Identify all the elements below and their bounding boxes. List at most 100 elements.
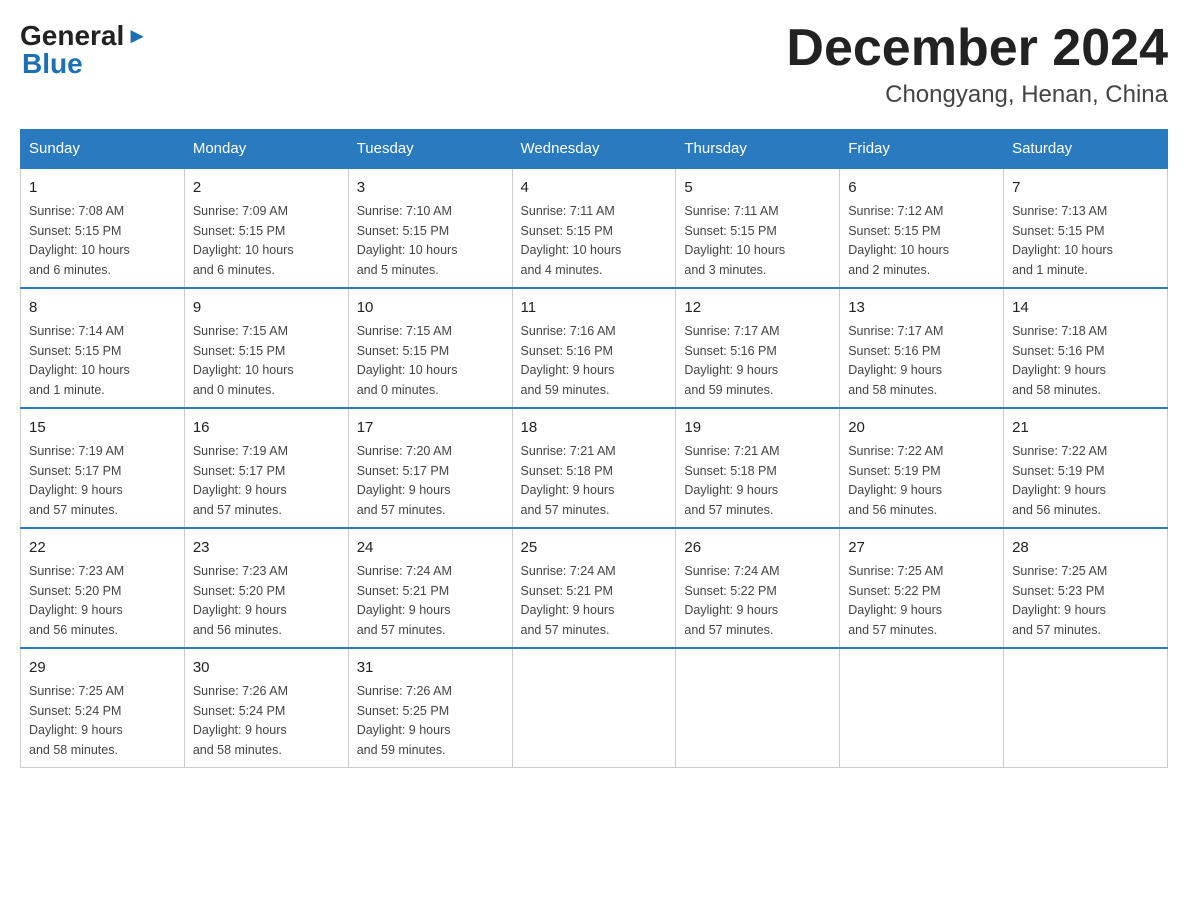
- calendar-body: 1 Sunrise: 7:08 AMSunset: 5:15 PMDaylight…: [21, 168, 1168, 768]
- day-info: Sunrise: 7:25 AMSunset: 5:24 PMDaylight:…: [29, 684, 124, 757]
- day-number: 3: [357, 177, 504, 199]
- day-cell: 2Sunrise: 7:09 AMSunset: 5:15 PMDaylight…: [184, 168, 348, 288]
- day-number: 8: [29, 297, 176, 319]
- day-number: 5: [684, 177, 831, 199]
- day-cell: 28 Sunrise: 7:25 AMSunset: 5:23 PMDayligh…: [1004, 528, 1168, 648]
- day-info: Sunrise: 7:21 AMSunset: 5:18 PMDaylight:…: [521, 444, 616, 517]
- day-cell: 30Sunrise: 7:26 AMSunset: 5:24 PMDayligh…: [184, 648, 348, 768]
- day-cell: [1004, 648, 1168, 768]
- day-number: 22: [29, 537, 176, 559]
- day-cell: 16 Sunrise: 7:19 AMSunset: 5:17 PMDayligh…: [184, 408, 348, 528]
- day-cell: 6 Sunrise: 7:12 AMSunset: 5:15 PMDaylight…: [840, 168, 1004, 288]
- day-info: Sunrise: 7:15 AMSunset: 5:15 PMDaylight:…: [357, 324, 458, 397]
- day-number: 31: [357, 657, 504, 679]
- day-cell: 23 Sunrise: 7:23 AMSunset: 5:20 PMDayligh…: [184, 528, 348, 648]
- day-number: 6: [848, 177, 995, 199]
- day-cell: 8 Sunrise: 7:14 AMSunset: 5:15 PMDaylight…: [21, 288, 185, 408]
- day-cell: 12Sunrise: 7:17 AMSunset: 5:16 PMDayligh…: [676, 288, 840, 408]
- day-info: Sunrise: 7:19 AMSunset: 5:17 PMDaylight:…: [29, 444, 124, 517]
- day-cell: [512, 648, 676, 768]
- day-number: 21: [1012, 417, 1159, 439]
- day-cell: [840, 648, 1004, 768]
- day-info: Sunrise: 7:17 AMSunset: 5:16 PMDaylight:…: [848, 324, 943, 397]
- day-number: 25: [521, 537, 668, 559]
- day-info: Sunrise: 7:25 AMSunset: 5:23 PMDaylight:…: [1012, 564, 1107, 637]
- day-cell: [676, 648, 840, 768]
- day-cell: 26 Sunrise: 7:24 AMSunset: 5:22 PMDayligh…: [676, 528, 840, 648]
- logo-blue-text: Blue: [22, 48, 83, 80]
- day-number: 1: [29, 177, 176, 199]
- day-cell: 5 Sunrise: 7:11 AMSunset: 5:15 PMDaylight…: [676, 168, 840, 288]
- day-info: Sunrise: 7:08 AMSunset: 5:15 PMDaylight:…: [29, 204, 130, 277]
- day-number: 4: [521, 177, 668, 199]
- week-row-2: 8 Sunrise: 7:14 AMSunset: 5:15 PMDaylight…: [21, 288, 1168, 408]
- day-info: Sunrise: 7:18 AMSunset: 5:16 PMDaylight:…: [1012, 324, 1107, 397]
- day-number: 29: [29, 657, 176, 679]
- day-number: 19: [684, 417, 831, 439]
- day-number: 23: [193, 537, 340, 559]
- day-number: 26: [684, 537, 831, 559]
- subtitle: Chongyang, Henan, China: [786, 81, 1168, 109]
- day-cell: 31 Sunrise: 7:26 AMSunset: 5:25 PMDayligh…: [348, 648, 512, 768]
- logo: General ► Blue: [20, 20, 148, 80]
- page-header: General ► Blue December 2024 Chongyang, …: [20, 20, 1168, 109]
- day-number: 15: [29, 417, 176, 439]
- day-cell: 20 Sunrise: 7:22 AMSunset: 5:19 PMDayligh…: [840, 408, 1004, 528]
- day-cell: 13 Sunrise: 7:17 AMSunset: 5:16 PMDayligh…: [840, 288, 1004, 408]
- day-number: 9: [193, 297, 340, 319]
- header-cell-thursday: Thursday: [676, 130, 840, 169]
- day-cell: 25Sunrise: 7:24 AMSunset: 5:21 PMDayligh…: [512, 528, 676, 648]
- calendar-header: SundayMondayTuesdayWednesdayThursdayFrid…: [21, 130, 1168, 169]
- header-row: SundayMondayTuesdayWednesdayThursdayFrid…: [21, 130, 1168, 169]
- day-cell: 19 Sunrise: 7:21 AMSunset: 5:18 PMDayligh…: [676, 408, 840, 528]
- day-info: Sunrise: 7:26 AMSunset: 5:25 PMDaylight:…: [357, 684, 452, 757]
- day-info: Sunrise: 7:09 AMSunset: 5:15 PMDaylight:…: [193, 204, 294, 277]
- day-cell: 21Sunrise: 7:22 AMSunset: 5:19 PMDayligh…: [1004, 408, 1168, 528]
- day-number: 20: [848, 417, 995, 439]
- header-cell-saturday: Saturday: [1004, 130, 1168, 169]
- day-info: Sunrise: 7:16 AMSunset: 5:16 PMDaylight:…: [521, 324, 616, 397]
- header-cell-wednesday: Wednesday: [512, 130, 676, 169]
- day-cell: 7Sunrise: 7:13 AMSunset: 5:15 PMDaylight…: [1004, 168, 1168, 288]
- day-cell: 1 Sunrise: 7:08 AMSunset: 5:15 PMDaylight…: [21, 168, 185, 288]
- day-info: Sunrise: 7:11 AMSunset: 5:15 PMDaylight:…: [521, 204, 622, 277]
- day-cell: 9 Sunrise: 7:15 AMSunset: 5:15 PMDaylight…: [184, 288, 348, 408]
- title-block: December 2024 Chongyang, Henan, China: [786, 20, 1168, 109]
- day-cell: 3Sunrise: 7:10 AMSunset: 5:15 PMDaylight…: [348, 168, 512, 288]
- day-info: Sunrise: 7:17 AMSunset: 5:16 PMDaylight:…: [684, 324, 779, 397]
- main-title: December 2024: [786, 20, 1168, 77]
- day-info: Sunrise: 7:24 AMSunset: 5:21 PMDaylight:…: [357, 564, 452, 637]
- day-info: Sunrise: 7:11 AMSunset: 5:15 PMDaylight:…: [684, 204, 785, 277]
- day-number: 7: [1012, 177, 1159, 199]
- day-info: Sunrise: 7:22 AMSunset: 5:19 PMDaylight:…: [848, 444, 943, 517]
- day-cell: 27 Sunrise: 7:25 AMSunset: 5:22 PMDayligh…: [840, 528, 1004, 648]
- day-info: Sunrise: 7:21 AMSunset: 5:18 PMDaylight:…: [684, 444, 779, 517]
- calendar-table: SundayMondayTuesdayWednesdayThursdayFrid…: [20, 129, 1168, 768]
- day-info: Sunrise: 7:26 AMSunset: 5:24 PMDaylight:…: [193, 684, 288, 757]
- day-number: 17: [357, 417, 504, 439]
- day-number: 16: [193, 417, 340, 439]
- week-row-1: 1 Sunrise: 7:08 AMSunset: 5:15 PMDaylight…: [21, 168, 1168, 288]
- day-number: 10: [357, 297, 504, 319]
- day-info: Sunrise: 7:12 AMSunset: 5:15 PMDaylight:…: [848, 204, 949, 277]
- day-cell: 24Sunrise: 7:24 AMSunset: 5:21 PMDayligh…: [348, 528, 512, 648]
- day-cell: 22Sunrise: 7:23 AMSunset: 5:20 PMDayligh…: [21, 528, 185, 648]
- day-info: Sunrise: 7:25 AMSunset: 5:22 PMDaylight:…: [848, 564, 943, 637]
- day-info: Sunrise: 7:24 AMSunset: 5:22 PMDaylight:…: [684, 564, 779, 637]
- day-number: 11: [521, 297, 668, 319]
- day-cell: 4 Sunrise: 7:11 AMSunset: 5:15 PMDaylight…: [512, 168, 676, 288]
- day-info: Sunrise: 7:19 AMSunset: 5:17 PMDaylight:…: [193, 444, 288, 517]
- day-info: Sunrise: 7:15 AMSunset: 5:15 PMDaylight:…: [193, 324, 294, 397]
- day-number: 13: [848, 297, 995, 319]
- day-info: Sunrise: 7:23 AMSunset: 5:20 PMDaylight:…: [193, 564, 288, 637]
- header-cell-friday: Friday: [840, 130, 1004, 169]
- day-number: 27: [848, 537, 995, 559]
- day-number: 18: [521, 417, 668, 439]
- day-number: 28: [1012, 537, 1159, 559]
- day-info: Sunrise: 7:14 AMSunset: 5:15 PMDaylight:…: [29, 324, 130, 397]
- day-cell: 11 Sunrise: 7:16 AMSunset: 5:16 PMDayligh…: [512, 288, 676, 408]
- logo-arrow-icon: ►: [126, 23, 148, 49]
- day-number: 14: [1012, 297, 1159, 319]
- day-cell: 14 Sunrise: 7:18 AMSunset: 5:16 PMDayligh…: [1004, 288, 1168, 408]
- week-row-4: 22 Sunrise: 7:23 AMSunset: 5:20 PMDayligh…: [21, 528, 1168, 648]
